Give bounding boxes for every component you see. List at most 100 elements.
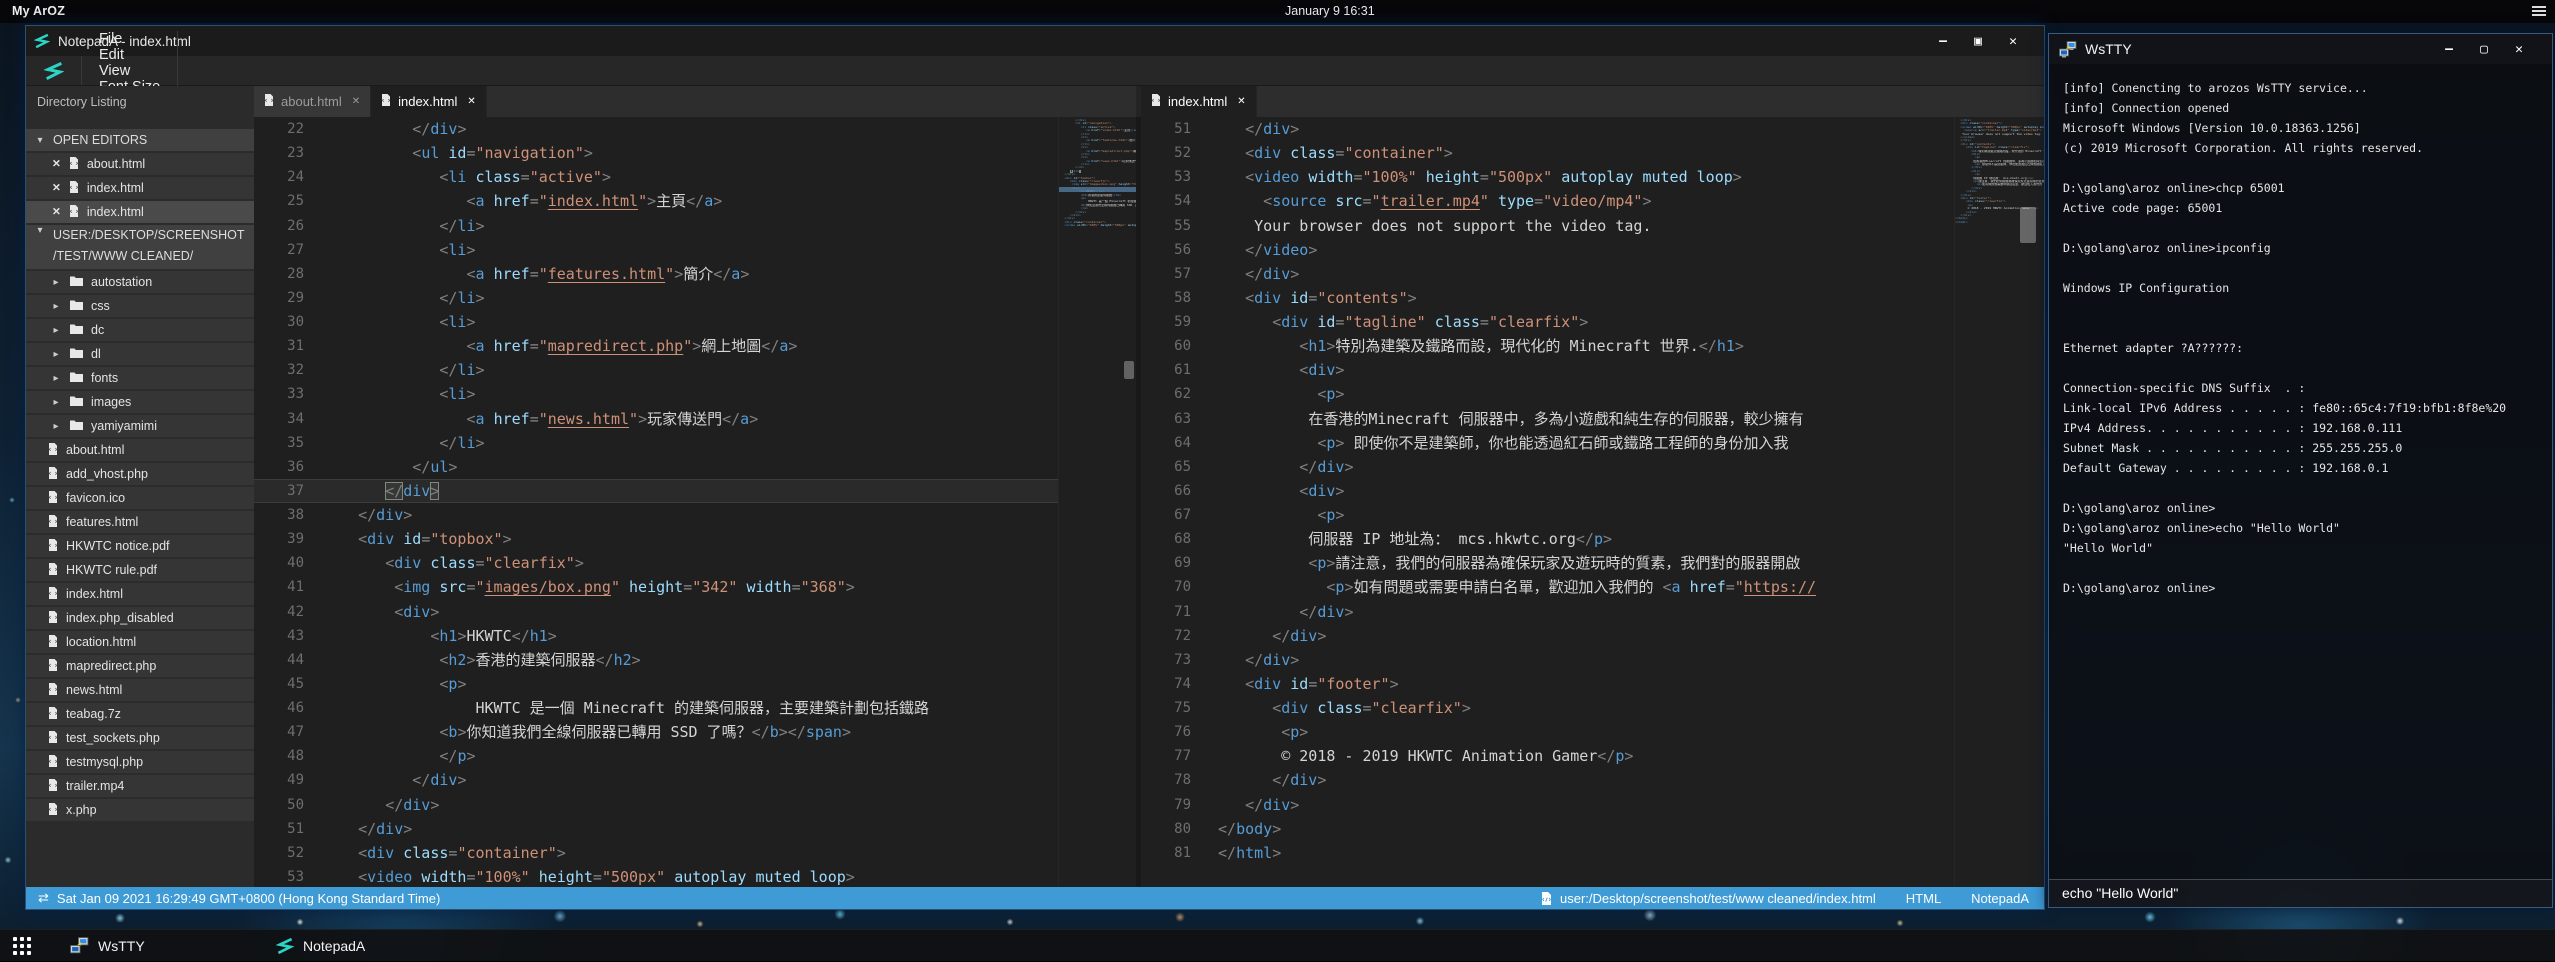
minimize-button[interactable]: – [1936, 34, 1950, 49]
tree-folder-dc[interactable]: ▸dc [26, 319, 254, 341]
code-line-34[interactable]: 34 <a href="news.html">玩家傳送門</a> [254, 407, 1058, 431]
code-line-78[interactable]: 78 </div> [1141, 768, 1954, 792]
tab-index-html[interactable]: index.html✕ [371, 86, 487, 117]
tree-file-mapredirect-php[interactable]: mapredirect.php [26, 655, 254, 677]
code-line-64[interactable]: 64 <p> 即使你不是建築師，你也能透過紅石師或鐵路工程師的身份加入我 [1141, 431, 1954, 455]
code-line-31[interactable]: 31 <a href="mapredirect.php">網上地圖</a> [254, 334, 1058, 358]
open-editor-index-html[interactable]: ✕index.html [26, 201, 254, 223]
tree-file-trailer-mp4[interactable]: trailer.mp4 [26, 775, 254, 797]
code-line-48[interactable]: 48 </p> [254, 744, 1058, 768]
code-line-60[interactable]: 60 <h1>特別為建築及鐵路而設，現代化的 Minecraft 世界.</h1… [1141, 334, 1954, 358]
status-app[interactable]: NotepadA [1971, 891, 2029, 906]
status-language[interactable]: HTML [1906, 891, 1941, 906]
tree-file-test-sockets-php[interactable]: test_sockets.php [26, 727, 254, 749]
tree-file-about-html[interactable]: about.html [26, 439, 254, 461]
code-line-49[interactable]: 49 </div> [254, 768, 1058, 792]
editor-pane-right[interactable]: 51 </div>52 <div class="container">53 <v… [1141, 117, 2044, 887]
code-line-47[interactable]: 47 <b>你知道我們全線伺服器已轉用 SSD 了嗎？</b></span> [254, 720, 1058, 744]
tree-file-index-php-disabled[interactable]: index.php_disabled [26, 607, 254, 629]
code-line-80[interactable]: 80</body> [1141, 817, 1954, 841]
terminal-output[interactable]: [info] Conencting to arozos WsTTY servic… [2049, 64, 2552, 879]
close-button[interactable]: ✕ [2512, 42, 2526, 57]
close-icon[interactable]: ✕ [52, 158, 61, 170]
code-line-30[interactable]: 30 <li> [254, 310, 1058, 334]
scrollbar-thumb-left[interactable] [1124, 361, 1134, 379]
tree-file-x-php[interactable]: x.php [26, 799, 254, 821]
code-line-53[interactable]: 53 <video width="100%" height="500px" au… [254, 865, 1058, 887]
code-line-54[interactable]: 54 <source src="trailer.mp4" type="video… [1141, 189, 1954, 213]
workspace-root-header[interactable]: ▾USER:/DESKTOP/SCREENSHOT/TEST/WWW CLEAN… [26, 225, 254, 269]
code-line-67[interactable]: 67 <p> [1141, 503, 1954, 527]
notepada-logo-icon[interactable] [26, 56, 82, 85]
tree-file-testmysql-php[interactable]: testmysql.php [26, 751, 254, 773]
code-line-41[interactable]: 41 <img src="images/box.png" height="342… [254, 575, 1058, 599]
minimap-left[interactable]: </div> <ul id="navigation"> <li class="a… [1058, 117, 1136, 887]
tree-file-favicon-ico[interactable]: favicon.ico [26, 487, 254, 509]
wstty-titlebar[interactable]: WsTTY – ▢ ✕ [2049, 34, 2552, 64]
tree-folder-images[interactable]: ▸images [26, 391, 254, 413]
tab-close-icon[interactable]: ✕ [352, 96, 360, 107]
code-line-33[interactable]: 33 <li> [254, 382, 1058, 406]
menu-item-view[interactable]: View [82, 63, 178, 79]
tree-folder-css[interactable]: ▸css [26, 295, 254, 317]
tree-folder-fonts[interactable]: ▸fonts [26, 367, 254, 389]
code-line-69[interactable]: 69 <p>請注意，我們的伺服器為確保玩家及遊玩時的質素，我們對的服器開啟 [1141, 551, 1954, 575]
code-line-59[interactable]: 59 <div id="tagline" class="clearfix"> [1141, 310, 1954, 334]
code-line-52[interactable]: 52 <div class="container"> [1141, 141, 1954, 165]
taskbar-item-notepada[interactable]: NotepadA [276, 930, 365, 962]
code-line-51[interactable]: 51 </div> [1141, 117, 1954, 141]
code-line-23[interactable]: 23 <ul id="navigation"> [254, 141, 1058, 165]
code-line-57[interactable]: 57 </div> [1141, 262, 1954, 286]
code-line-77[interactable]: 77 © 2018 - 2019 HKWTC Animation Gamer</… [1141, 744, 1954, 768]
close-icon[interactable]: ✕ [52, 182, 61, 194]
open-editor-about-html[interactable]: ✕about.html [26, 153, 254, 175]
code-line-40[interactable]: 40 <div class="clearfix"> [254, 551, 1058, 575]
code-line-29[interactable]: 29 </li> [254, 286, 1058, 310]
maximize-button[interactable]: ▣ [1971, 34, 1985, 49]
tab-close-icon[interactable]: ✕ [1237, 96, 1245, 107]
terminal-input[interactable]: echo "Hello World" [2049, 879, 2552, 907]
code-line-43[interactable]: 43 <h1>HKWTC</h1> [254, 624, 1058, 648]
code-line-68[interactable]: 68 伺服器 IP 地址為： mcs.hkwtc.org</p> [1141, 527, 1954, 551]
code-line-53[interactable]: 53 <video width="100%" height="500px" au… [1141, 165, 1954, 189]
code-line-63[interactable]: 63 在香港的Minecraft 伺服器中，多為小遊戲和純生存的伺服器，較少擁有 [1141, 407, 1954, 431]
open-editor-index-html[interactable]: ✕index.html [26, 177, 254, 199]
code-line-42[interactable]: 42 <div> [254, 600, 1058, 624]
tree-file-features-html[interactable]: features.html [26, 511, 254, 533]
code-line-56[interactable]: 56 </video> [1141, 238, 1954, 262]
tree-file-location-html[interactable]: location.html [26, 631, 254, 653]
code-line-26[interactable]: 26 </li> [254, 214, 1058, 238]
code-line-25[interactable]: 25 <a href="index.html">主頁</a> [254, 189, 1058, 213]
code-line-36[interactable]: 36 </ul> [254, 455, 1058, 479]
code-line-28[interactable]: 28 <a href="features.html">簡介</a> [254, 262, 1058, 286]
menu-item-edit[interactable]: Edit [82, 47, 178, 63]
code-line-66[interactable]: 66 <div> [1141, 479, 1954, 503]
code-line-35[interactable]: 35 </li> [254, 431, 1058, 455]
editor-pane-left[interactable]: 22 </div>23 <ul id="navigation">24 <li c… [254, 117, 1136, 887]
close-button[interactable]: ✕ [2006, 34, 2020, 49]
tab-close-icon[interactable]: ✕ [467, 96, 475, 107]
tree-folder-dl[interactable]: ▸dl [26, 343, 254, 365]
maximize-button[interactable]: ▢ [2477, 42, 2491, 57]
tree-file-index-html[interactable]: index.html [26, 583, 254, 605]
tab-about-html[interactable]: about.html✕ [254, 86, 371, 117]
code-line-62[interactable]: 62 <p> [1141, 382, 1954, 406]
code-line-27[interactable]: 27 <li> [254, 238, 1058, 262]
tree-folder-autostation[interactable]: ▸autostation [26, 271, 254, 293]
code-line-74[interactable]: 74 <div id="footer"> [1141, 672, 1954, 696]
code-line-32[interactable]: 32 </li> [254, 358, 1058, 382]
code-line-61[interactable]: 61 <div> [1141, 358, 1954, 382]
aroz-brand[interactable]: My ArOZ [12, 4, 65, 18]
tree-file-news-html[interactable]: news.html [26, 679, 254, 701]
code-line-75[interactable]: 75 <div class="clearfix"> [1141, 696, 1954, 720]
code-line-58[interactable]: 58 <div id="contents"> [1141, 286, 1954, 310]
code-line-52[interactable]: 52 <div class="container"> [254, 841, 1058, 865]
code-line-24[interactable]: 24 <li class="active"> [254, 165, 1058, 189]
code-line-76[interactable]: 76 <p> [1141, 720, 1954, 744]
code-line-44[interactable]: 44 <h2>香港的建築伺服器</h2> [254, 648, 1058, 672]
code-line-73[interactable]: 73 </div> [1141, 648, 1954, 672]
code-line-81[interactable]: 81</html> [1141, 841, 1954, 865]
code-line-45[interactable]: 45 <p> [254, 672, 1058, 696]
code-line-39[interactable]: 39 <div id="topbox"> [254, 527, 1058, 551]
status-file-path[interactable]: user:/Desktop/screenshot/test/www cleane… [1560, 891, 1876, 906]
